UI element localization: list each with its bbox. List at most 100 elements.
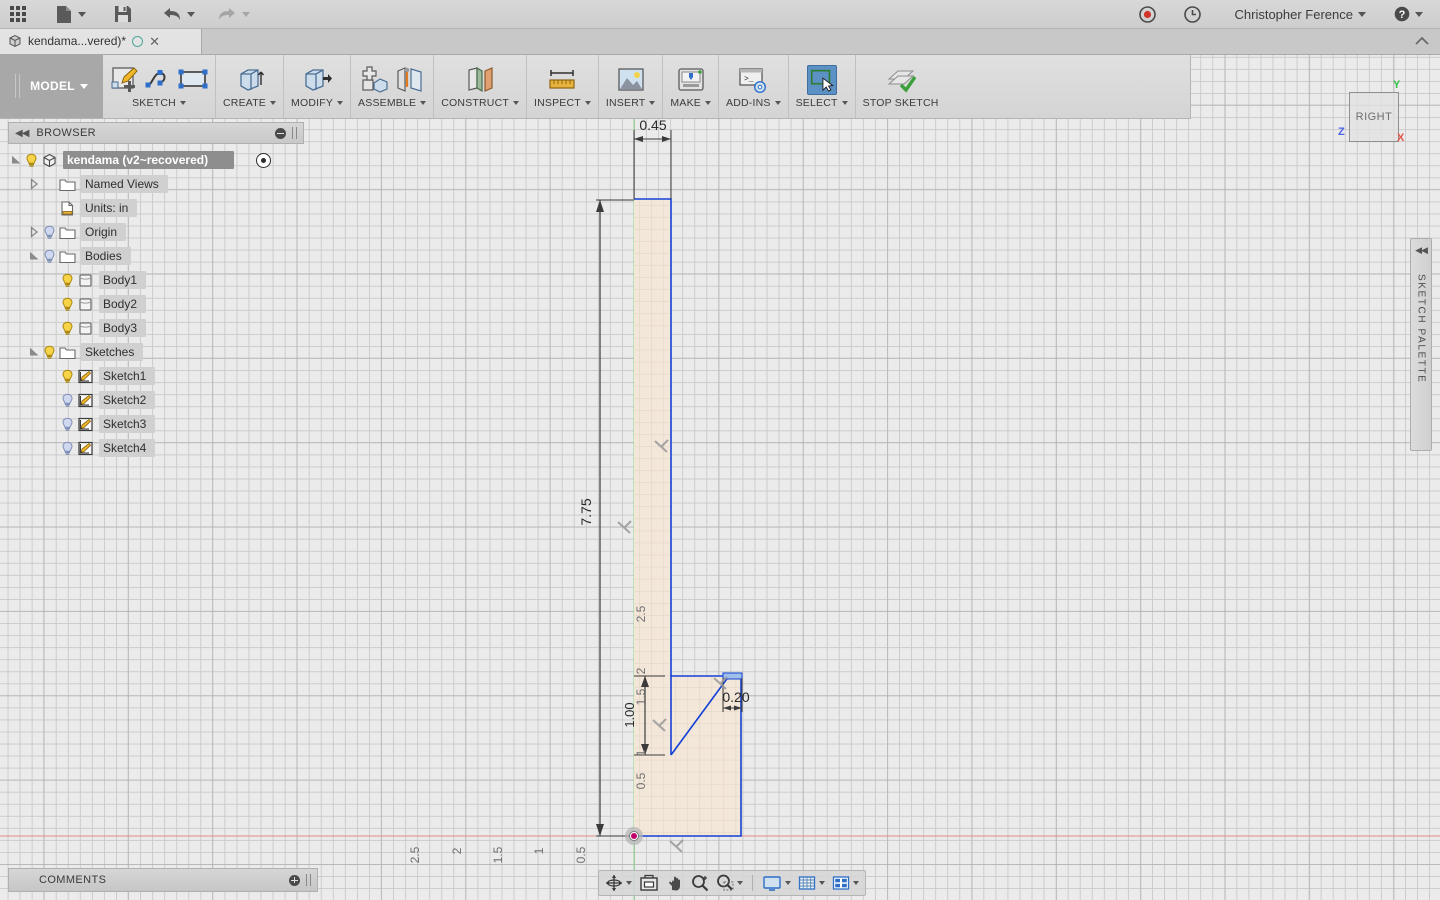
rectangle-icon[interactable]	[178, 65, 208, 95]
select-tool-button[interactable]	[806, 65, 837, 95]
viewports-button[interactable]	[830, 874, 861, 893]
visibility-bulb-icon[interactable]	[42, 225, 57, 240]
visibility-bulb-icon[interactable]	[60, 273, 75, 288]
insert-image-icon[interactable]	[616, 65, 646, 95]
workspace-tab-model[interactable]: MODEL	[0, 54, 103, 118]
browser-node-kendama-v2-recovered[interactable]: kendama (v2~recovered)	[8, 150, 304, 170]
visibility-bulb-icon[interactable]	[42, 345, 57, 360]
visibility-bulb-icon[interactable]	[60, 297, 75, 312]
twisty-down-icon[interactable]	[26, 248, 42, 264]
ribbon-group-label-construct[interactable]: CONSTRUCT	[441, 97, 519, 109]
browser-node-sketch4[interactable]: Sketch4	[44, 438, 304, 458]
record-button[interactable]	[1132, 1, 1163, 27]
apps-grid-button[interactable]	[0, 1, 33, 27]
browser-node-body1[interactable]: Body1	[44, 270, 304, 290]
drag-grip[interactable]	[15, 74, 21, 98]
visibility-bulb-icon[interactable]	[60, 369, 75, 384]
browser-title: BROWSER	[36, 127, 97, 139]
component-icon	[41, 153, 58, 168]
undo-button[interactable]	[155, 1, 202, 27]
3d-print-icon[interactable]	[676, 65, 706, 95]
extrude-icon[interactable]	[235, 65, 265, 95]
browser-node-sketch1[interactable]: Sketch1	[44, 366, 304, 386]
ribbon-group-label-inspect[interactable]: INSPECT	[534, 97, 591, 109]
offset-plane-icon[interactable]	[465, 65, 495, 95]
folder-icon	[59, 225, 76, 240]
press-pull-icon[interactable]	[302, 65, 333, 95]
visibility-bulb-icon[interactable]	[60, 417, 75, 432]
chevron-down-icon	[1358, 11, 1366, 17]
ribbon-group-label-stop-sketch[interactable]: STOP SKETCH	[863, 97, 939, 109]
browser-node-origin[interactable]: Origin	[26, 222, 304, 242]
sketch-palette-collapsed[interactable]: ◀◀ SKETCH PALETTE	[1410, 238, 1432, 451]
ribbon-group-label-assemble[interactable]: ASSEMBLE	[358, 97, 427, 109]
activate-component-icon[interactable]	[256, 152, 271, 168]
browser-node-units-in[interactable]: Units: in	[26, 198, 304, 218]
stop-sketch-icon[interactable]	[886, 65, 916, 95]
new-component-icon[interactable]	[360, 65, 390, 95]
browser-node-body3[interactable]: Body3	[44, 318, 304, 338]
panel-resize-grip[interactable]	[306, 874, 311, 886]
browser-node-bodies[interactable]: Bodies	[26, 246, 304, 266]
chevron-down-icon	[187, 11, 195, 17]
save-button[interactable]	[107, 1, 139, 27]
body-icon	[77, 321, 94, 336]
twisty-down-icon[interactable]	[26, 344, 42, 360]
add-comment-icon[interactable]	[289, 874, 300, 886]
ribbon-group-label-modify[interactable]: MODIFY	[291, 97, 344, 109]
view-cube-face[interactable]: RIGHT	[1349, 92, 1399, 142]
history-button[interactable]	[1177, 1, 1208, 27]
browser-node-body2[interactable]: Body2	[44, 294, 304, 314]
document-tab[interactable]: kendama...vered)* ✕	[0, 28, 202, 54]
visibility-bulb-icon[interactable]	[60, 393, 75, 408]
measure-icon[interactable]	[547, 65, 577, 95]
redo-button[interactable]	[210, 1, 257, 27]
ribbon-group-label-insert[interactable]: INSERT	[606, 97, 656, 109]
twisty-down-icon[interactable]	[8, 152, 24, 168]
panel-resize-grip[interactable]	[292, 127, 297, 139]
close-icon[interactable]: ✕	[149, 35, 160, 48]
orbit-button[interactable]	[603, 873, 634, 893]
grid-snaps-button[interactable]	[796, 874, 827, 893]
help-menu[interactable]: ?	[1387, 1, 1430, 27]
spline-icon[interactable]	[144, 65, 174, 95]
ribbon-group-label-select[interactable]: SELECT	[796, 97, 848, 109]
help-icon: ?	[1394, 6, 1410, 22]
user-menu[interactable]: Christopher Ference	[1228, 1, 1374, 27]
ribbon-group-label-create[interactable]: CREATE	[223, 97, 277, 109]
twisty-right-icon[interactable]	[26, 176, 42, 192]
browser-node-label: Bodies	[81, 247, 131, 265]
expand-left-icon[interactable]: ◀◀	[1415, 245, 1428, 256]
zoom-button[interactable]	[689, 873, 711, 893]
ribbon-group-label-make[interactable]: MAKE	[670, 97, 711, 109]
ribbon-group-label-sketch[interactable]: SKETCH	[132, 97, 186, 109]
view-cube[interactable]: RIGHT Y X Z	[1337, 79, 1404, 144]
display-settings-button[interactable]	[760, 874, 793, 893]
collapse-all-icon[interactable]	[275, 127, 286, 139]
visibility-bulb-icon[interactable]	[60, 441, 75, 456]
browser-node-named-views[interactable]: Named Views	[26, 174, 304, 194]
comments-panel[interactable]: COMMENTS	[8, 868, 318, 892]
visibility-bulb-icon[interactable]	[42, 249, 57, 264]
twisty-right-icon[interactable]	[26, 224, 42, 240]
scripts-addins-icon[interactable]: >_	[738, 65, 768, 95]
browser-node-sketch3[interactable]: Sketch3	[44, 414, 304, 434]
ribbon-group-label-addins[interactable]: ADD-INS	[726, 97, 781, 109]
browser-node-sketches[interactable]: Sketches	[26, 342, 304, 362]
zoom-window-button[interactable]	[714, 873, 745, 893]
look-at-button[interactable]	[637, 873, 661, 893]
chevron-down-icon	[785, 881, 791, 885]
tab-status-icon[interactable]	[132, 35, 144, 47]
new-file-button[interactable]	[49, 1, 93, 27]
browser-node-sketch2[interactable]: Sketch2	[44, 390, 304, 410]
joint-icon[interactable]	[394, 65, 424, 95]
collapse-ribbon-button[interactable]	[1414, 28, 1440, 54]
collapse-left-icon[interactable]: ◀◀	[15, 128, 29, 139]
pan-button[interactable]	[664, 873, 686, 893]
sketch-icon	[77, 417, 94, 432]
save-icon	[115, 6, 131, 22]
create-sketch-icon[interactable]	[110, 65, 140, 95]
visibility-bulb-icon[interactable]	[24, 153, 39, 168]
visibility-bulb-icon[interactable]	[60, 321, 75, 336]
